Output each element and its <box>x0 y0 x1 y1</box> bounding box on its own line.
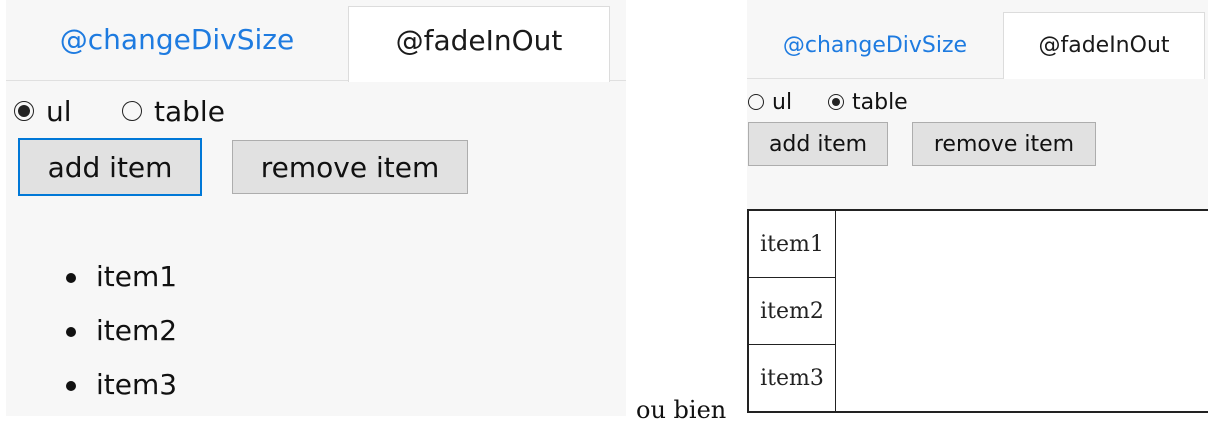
list-item: item1 <box>62 262 177 316</box>
tab-divider <box>610 80 626 81</box>
remove-item-button[interactable]: remove item <box>232 140 468 194</box>
list-item: item3 <box>62 370 177 424</box>
radio-ul-label: ul <box>46 94 72 128</box>
table-cell: item3 <box>747 344 836 413</box>
item-table: item1 item2 item3 <box>747 209 1208 413</box>
tab-fade-in-out[interactable]: @fadeInOut <box>348 6 610 82</box>
radio-table-label: table <box>154 94 225 128</box>
add-item-button[interactable]: add item <box>18 138 202 196</box>
radio-ul-indicator[interactable] <box>14 101 34 121</box>
tab-change-div-size[interactable]: @changeDivSize <box>747 14 1003 78</box>
add-item-button[interactable]: add item <box>748 122 888 166</box>
item-list: item1 item2 item3 <box>62 262 177 424</box>
tab-divider <box>747 78 1003 79</box>
radio-table-indicator[interactable] <box>828 94 844 110</box>
radio-ul[interactable]: ul <box>748 89 793 115</box>
radio-table[interactable]: table <box>122 94 225 128</box>
table-row: item1 <box>747 209 1208 412</box>
table-cell: item2 <box>747 277 836 345</box>
table-empty-area <box>835 210 1208 412</box>
remove-item-button[interactable]: remove item <box>912 122 1096 166</box>
radio-table[interactable]: table <box>828 89 908 115</box>
radio-ul[interactable]: ul <box>14 94 72 128</box>
radio-table-indicator[interactable] <box>122 101 142 121</box>
radio-table-label: table <box>852 89 908 115</box>
tab-change-div-size[interactable]: @changeDivSize <box>6 6 348 80</box>
radio-ul-indicator[interactable] <box>748 94 764 110</box>
tab-fade-in-out[interactable]: @fadeInOut <box>1003 12 1205 79</box>
caption-text: ou bien <box>636 396 727 424</box>
list-item: item2 <box>62 316 177 370</box>
tab-divider <box>6 80 348 81</box>
table-cell: item1 <box>747 209 836 278</box>
radio-ul-label: ul <box>772 89 793 115</box>
